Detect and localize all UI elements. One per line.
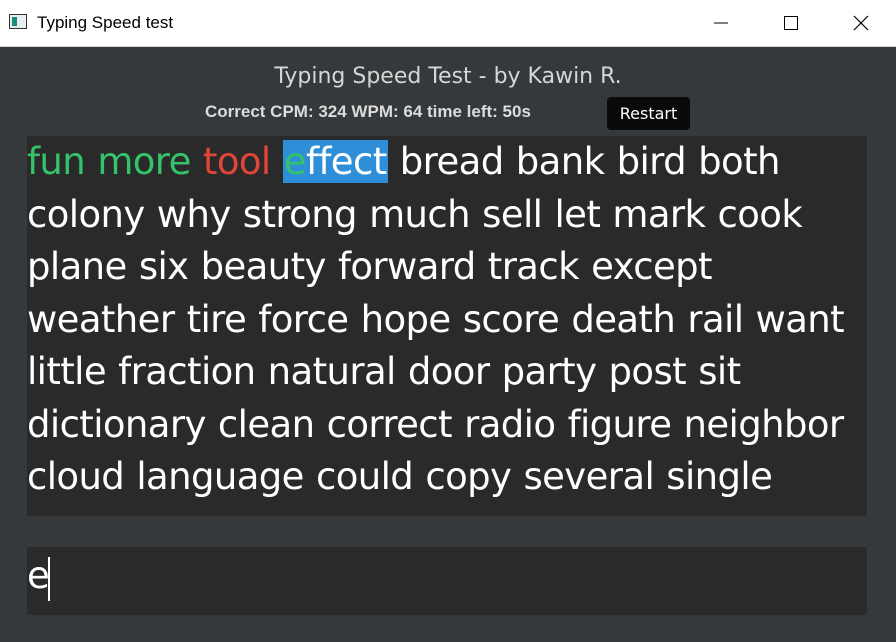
page-title: Typing Speed Test - by Kawin R. <box>274 64 622 89</box>
typing-input-value: e <box>27 554 50 597</box>
passage-text: fun more tool effect bread bank bird bot… <box>27 136 867 504</box>
window-title: Typing Speed test <box>37 13 174 32</box>
current-word: effect <box>282 140 388 183</box>
app-icon <box>9 14 27 29</box>
maximize-button[interactable] <box>768 0 814 46</box>
typing-input[interactable]: e <box>27 547 867 615</box>
close-icon <box>853 15 869 31</box>
text-caret <box>48 557 50 601</box>
upcoming-words: bread bank bird both colony why strong m… <box>27 140 845 498</box>
current-word-remaining: ffect <box>305 140 387 183</box>
title-bar: Typing Speed test <box>0 0 896 47</box>
current-word-typed: e <box>283 140 307 183</box>
typed-words: fun more tool <box>27 140 283 183</box>
stats-readout: Correct CPM: 324 WPM: 64 time left: 50s <box>205 102 531 121</box>
close-button[interactable] <box>838 0 884 46</box>
minimize-icon <box>714 22 728 24</box>
minimize-button[interactable] <box>698 0 744 46</box>
restart-button[interactable]: Restart <box>607 97 690 130</box>
typed-word-correct: fun <box>27 140 86 183</box>
maximize-icon <box>784 16 798 30</box>
passage-panel: fun more tool effect bread bank bird bot… <box>27 136 867 516</box>
typed-word-correct: more <box>97 140 191 183</box>
typed-word-incorrect: tool <box>202 140 271 183</box>
